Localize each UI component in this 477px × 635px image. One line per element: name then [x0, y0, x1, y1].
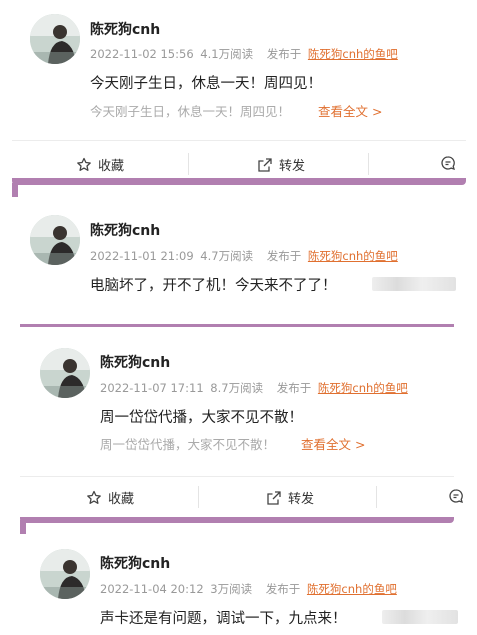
share-button[interactable]: 转发: [266, 488, 314, 507]
published-label: 发布于: [266, 47, 302, 61]
post-date: 2022-11-02 15:56: [90, 47, 194, 61]
separator-bar: [20, 520, 26, 534]
post-preview: 今天刚子生日，休息一天！周四见！: [90, 104, 291, 119]
avatar[interactable]: [30, 14, 80, 64]
post-meta: 2022-11-01 21:09 4.7万阅读 发布于 陈死狗cnh的鱼吧: [90, 248, 398, 264]
read-more-link[interactable]: 查看全文 >: [318, 101, 382, 120]
avatar-icon: [40, 549, 90, 599]
avatar[interactable]: [40, 348, 90, 398]
comment-button[interactable]: [440, 155, 456, 171]
author-name[interactable]: 陈死狗cnh: [90, 19, 160, 39]
post-date: 2022-11-07 17:11: [100, 381, 204, 395]
post-meta: 2022-11-07 17:11 8.7万阅读 发布于 陈死狗cnh的鱼吧: [100, 380, 408, 396]
author-name[interactable]: 陈死狗cnh: [90, 220, 160, 240]
favorite-label: 收藏: [98, 159, 125, 174]
divider: [198, 486, 199, 508]
read-more-link[interactable]: 查看全文 >: [301, 434, 365, 453]
avatar-icon: [40, 348, 90, 398]
post-date: 2022-11-01 21:09: [90, 249, 194, 263]
avatar-icon: [30, 14, 80, 64]
share-label: 转发: [288, 492, 315, 507]
source-link[interactable]: 陈死狗cnh的鱼吧: [308, 249, 398, 263]
share-icon: [267, 490, 281, 505]
avatar[interactable]: [30, 215, 80, 265]
source-link[interactable]: 陈死狗cnh的鱼吧: [318, 381, 408, 395]
share-label: 转发: [279, 159, 306, 174]
post-text[interactable]: 声卡还是有问题，调试一下，九点来！: [100, 607, 347, 628]
separator-bar: [20, 517, 454, 523]
published-label: 发布于: [276, 381, 312, 395]
author-name[interactable]: 陈死狗cnh: [100, 553, 170, 573]
blurred-image: [382, 610, 458, 624]
read-count: 8.7万阅读: [210, 381, 264, 395]
post-date: 2022-11-04 20:12: [100, 582, 204, 596]
read-count: 4.7万阅读: [200, 249, 254, 263]
divider: [368, 153, 369, 175]
post-meta: 2022-11-02 15:56 4.1万阅读 发布于 陈死狗cnh的鱼吧: [90, 46, 398, 62]
separator-bar: [12, 183, 18, 197]
separator-bar: [20, 324, 454, 327]
post-meta: 2022-11-04 20:12 3万阅读 发布于 陈死狗cnh的鱼吧: [100, 581, 397, 597]
divider: [20, 476, 454, 477]
favorite-button[interactable]: 收藏: [86, 488, 134, 507]
favorite-button[interactable]: 收藏: [76, 155, 124, 174]
post-text[interactable]: 电脑坏了，开不了机！今天来不了了！: [90, 274, 337, 295]
post-preview: 周一岱岱代播，大家不见不散！: [100, 437, 276, 452]
comment-button[interactable]: [448, 488, 464, 504]
source-link[interactable]: 陈死狗cnh的鱼吧: [308, 47, 398, 61]
source-link[interactable]: 陈死狗cnh的鱼吧: [307, 582, 397, 596]
published-label: 发布于: [266, 249, 302, 263]
avatar-icon: [30, 215, 80, 265]
star-icon: [77, 157, 91, 171]
divider: [376, 486, 377, 508]
star-icon: [87, 490, 101, 504]
blurred-image: [372, 277, 456, 291]
author-name[interactable]: 陈死狗cnh: [100, 352, 170, 372]
published-label: 发布于: [265, 582, 301, 596]
separator-bar: [12, 178, 466, 185]
avatar[interactable]: [40, 549, 90, 599]
divider: [188, 153, 189, 175]
divider: [12, 140, 466, 141]
comment-icon: [449, 489, 463, 503]
favorite-label: 收藏: [108, 492, 135, 507]
post-text[interactable]: 今天刚子生日，休息一天！周四见！: [90, 72, 322, 93]
share-button[interactable]: 转发: [257, 155, 305, 174]
share-icon: [258, 157, 272, 172]
comment-icon: [441, 156, 455, 170]
read-count: 4.1万阅读: [200, 47, 254, 61]
read-count: 3万阅读: [210, 582, 253, 596]
post-text[interactable]: 周一岱岱代播，大家不见不散！: [100, 406, 303, 427]
